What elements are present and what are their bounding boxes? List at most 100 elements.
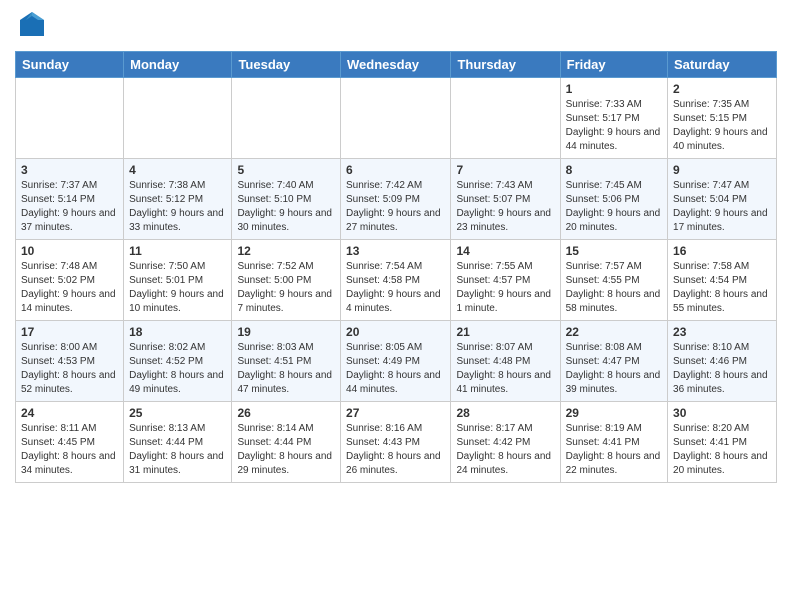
day-number: 27 [346,406,445,420]
day-info: Sunrise: 8:05 AMSunset: 4:49 PMDaylight:… [346,341,445,397]
calendar-cell [451,78,560,159]
day-number: 7 [456,163,554,177]
day-info: Sunrise: 8:02 AMSunset: 4:52 PMDaylight:… [129,341,226,397]
day-number: 26 [237,406,335,420]
day-info: Sunrise: 7:52 AMSunset: 5:00 PMDaylight:… [237,260,335,316]
calendar-cell [341,78,451,159]
day-number: 12 [237,244,335,258]
calendar-cell: 5 Sunrise: 7:40 AMSunset: 5:10 PMDaylight… [232,159,341,240]
calendar-cell: 15 Sunrise: 7:57 AMSunset: 4:55 PMDayligh… [560,240,667,321]
weekday-header-wednesday: Wednesday [341,52,451,78]
logo-text [15,10,46,43]
calendar-cell [124,78,232,159]
calendar-cell: 26 Sunrise: 8:14 AMSunset: 4:44 PMDayligh… [232,402,341,483]
calendar-cell: 28 Sunrise: 8:17 AMSunset: 4:42 PMDayligh… [451,402,560,483]
day-number: 14 [456,244,554,258]
day-info: Sunrise: 8:14 AMSunset: 4:44 PMDaylight:… [237,422,335,478]
day-number: 1 [566,82,662,96]
day-info: Sunrise: 8:20 AMSunset: 4:41 PMDaylight:… [673,422,771,478]
weekday-header-thursday: Thursday [451,52,560,78]
calendar-week-2: 3Sunrise: 7:37 AMSunset: 5:14 PMDaylight… [16,159,777,240]
day-info: Sunrise: 7:35 AMSunset: 5:15 PMDaylight:… [673,98,771,154]
calendar-cell: 25 Sunrise: 8:13 AMSunset: 4:44 PMDayligh… [124,402,232,483]
day-number: 9 [673,163,771,177]
day-number: 15 [566,244,662,258]
day-info: Sunrise: 7:57 AMSunset: 4:55 PMDaylight:… [566,260,662,316]
calendar-cell: 29 Sunrise: 8:19 AMSunset: 4:41 PMDayligh… [560,402,667,483]
day-info: Sunrise: 7:43 AMSunset: 5:07 PMDaylight:… [456,179,554,235]
day-info: Sunrise: 7:42 AMSunset: 5:09 PMDaylight:… [346,179,445,235]
day-info: Sunrise: 7:50 AMSunset: 5:01 PMDaylight:… [129,260,226,316]
day-info: Sunrise: 7:55 AMSunset: 4:57 PMDaylight:… [456,260,554,316]
page-container: SundayMondayTuesdayWednesdayThursdayFrid… [0,0,792,493]
logo-icon [18,10,46,43]
day-number: 11 [129,244,226,258]
day-number: 8 [566,163,662,177]
day-info: Sunrise: 8:08 AMSunset: 4:47 PMDaylight:… [566,341,662,397]
calendar-cell: 14 Sunrise: 7:55 AMSunset: 4:57 PMDayligh… [451,240,560,321]
calendar-cell: 16 Sunrise: 7:58 AMSunset: 4:54 PMDayligh… [668,240,777,321]
day-number: 23 [673,325,771,339]
day-info: Sunrise: 7:40 AMSunset: 5:10 PMDaylight:… [237,179,335,235]
day-info: Sunrise: 8:19 AMSunset: 4:41 PMDaylight:… [566,422,662,478]
day-number: 29 [566,406,662,420]
day-info: Sunrise: 7:47 AMSunset: 5:04 PMDaylight:… [673,179,771,235]
weekday-header-friday: Friday [560,52,667,78]
day-number: 10 [21,244,118,258]
calendar-cell: 27 Sunrise: 8:16 AMSunset: 4:43 PMDayligh… [341,402,451,483]
day-info: Sunrise: 7:58 AMSunset: 4:54 PMDaylight:… [673,260,771,316]
calendar-cell: 12 Sunrise: 7:52 AMSunset: 5:00 PMDayligh… [232,240,341,321]
day-number: 4 [129,163,226,177]
day-info: Sunrise: 7:54 AMSunset: 4:58 PMDaylight:… [346,260,445,316]
calendar-cell: 22Sunrise: 8:08 AMSunset: 4:47 PMDayligh… [560,321,667,402]
day-info: Sunrise: 8:03 AMSunset: 4:51 PMDaylight:… [237,341,335,397]
calendar-week-5: 24 Sunrise: 8:11 AMSunset: 4:45 PMDayligh… [16,402,777,483]
day-info: Sunrise: 8:16 AMSunset: 4:43 PMDaylight:… [346,422,445,478]
header-row [15,10,777,43]
day-number: 19 [237,325,335,339]
day-info: Sunrise: 7:45 AMSunset: 5:06 PMDaylight:… [566,179,662,235]
calendar-cell: 10Sunrise: 7:48 AMSunset: 5:02 PMDayligh… [16,240,124,321]
calendar-cell: 8 Sunrise: 7:45 AMSunset: 5:06 PMDaylight… [560,159,667,240]
calendar-week-3: 10Sunrise: 7:48 AMSunset: 5:02 PMDayligh… [16,240,777,321]
day-number: 17 [21,325,118,339]
day-number: 16 [673,244,771,258]
day-number: 13 [346,244,445,258]
weekday-header-tuesday: Tuesday [232,52,341,78]
weekday-header-row: SundayMondayTuesdayWednesdayThursdayFrid… [16,52,777,78]
calendar-cell: 23 Sunrise: 8:10 AMSunset: 4:46 PMDayligh… [668,321,777,402]
day-number: 30 [673,406,771,420]
day-number: 6 [346,163,445,177]
day-number: 24 [21,406,118,420]
logo [15,10,46,43]
day-info: Sunrise: 8:11 AMSunset: 4:45 PMDaylight:… [21,422,118,478]
day-number: 20 [346,325,445,339]
day-info: Sunrise: 7:33 AMSunset: 5:17 PMDaylight:… [566,98,662,154]
day-number: 2 [673,82,771,96]
day-info: Sunrise: 8:13 AMSunset: 4:44 PMDaylight:… [129,422,226,478]
calendar-week-4: 17Sunrise: 8:00 AMSunset: 4:53 PMDayligh… [16,321,777,402]
calendar-cell: 24 Sunrise: 8:11 AMSunset: 4:45 PMDayligh… [16,402,124,483]
calendar-cell: 17Sunrise: 8:00 AMSunset: 4:53 PMDayligh… [16,321,124,402]
calendar-cell: 4 Sunrise: 7:38 AMSunset: 5:12 PMDaylight… [124,159,232,240]
day-number: 5 [237,163,335,177]
day-info: Sunrise: 8:07 AMSunset: 4:48 PMDaylight:… [456,341,554,397]
weekday-header-monday: Monday [124,52,232,78]
day-info: Sunrise: 8:10 AMSunset: 4:46 PMDaylight:… [673,341,771,397]
day-number: 25 [129,406,226,420]
calendar-cell: 11 Sunrise: 7:50 AMSunset: 5:01 PMDayligh… [124,240,232,321]
calendar-cell: 21Sunrise: 8:07 AMSunset: 4:48 PMDayligh… [451,321,560,402]
calendar-cell: 6 Sunrise: 7:42 AMSunset: 5:09 PMDaylight… [341,159,451,240]
calendar-cell [16,78,124,159]
calendar-cell [232,78,341,159]
calendar-cell: 9 Sunrise: 7:47 AMSunset: 5:04 PMDaylight… [668,159,777,240]
day-info: Sunrise: 8:17 AMSunset: 4:42 PMDaylight:… [456,422,554,478]
calendar-week-1: 1 Sunrise: 7:33 AMSunset: 5:17 PMDaylight… [16,78,777,159]
weekday-header-sunday: Sunday [16,52,124,78]
day-info: Sunrise: 7:38 AMSunset: 5:12 PMDaylight:… [129,179,226,235]
day-number: 28 [456,406,554,420]
calendar-cell: 30 Sunrise: 8:20 AMSunset: 4:41 PMDayligh… [668,402,777,483]
day-info: Sunrise: 7:37 AMSunset: 5:14 PMDaylight:… [21,179,118,235]
weekday-header-saturday: Saturday [668,52,777,78]
calendar-cell: 13 Sunrise: 7:54 AMSunset: 4:58 PMDayligh… [341,240,451,321]
